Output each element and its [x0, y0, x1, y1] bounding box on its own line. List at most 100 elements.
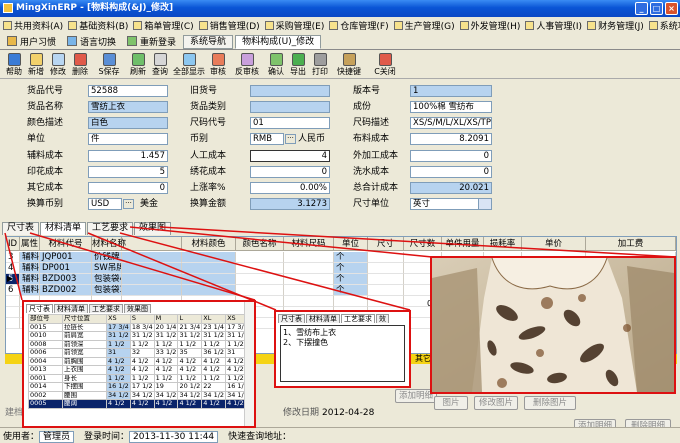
size-table-row[interactable]: 0013 上衣围 4 1/2 4 1/2 4 1/2 4 1/2 4 1/2 4 1/2: [28, 365, 250, 375]
size-cell[interactable]: 19: [153, 382, 179, 392]
size-cell[interactable]: 4 1/2: [153, 365, 179, 375]
size-callout-tab-0[interactable]: 尺寸表: [26, 304, 53, 313]
size-cell[interactable]: 4 1/2: [106, 399, 131, 409]
size-cell[interactable]: 4 1/2: [201, 356, 227, 366]
size-callout-tab-2[interactable]: 工艺要求: [89, 304, 123, 313]
size-callout-tab-3[interactable]: 效果图: [124, 304, 151, 313]
size-cell[interactable]: 1 1/2: [177, 339, 203, 349]
size-cell[interactable]: 16 1/2: [106, 382, 131, 392]
size-cell[interactable]: 0005: [28, 399, 63, 409]
size-cell[interactable]: 4 1/2: [177, 356, 203, 366]
size-cell[interactable]: 腰阔: [62, 399, 107, 409]
size-table-row[interactable]: 0005 腰阔 4 1/2 4 1/2 4 1/2 4 1/2 4 1/2 4 1/2: [28, 399, 250, 409]
size-cell[interactable]: 1 1/2: [129, 339, 155, 349]
size-cell[interactable]: 前胸围: [62, 356, 107, 366]
size-cell[interactable]: 32: [129, 348, 155, 358]
size-cell[interactable]: 4 1/2: [177, 365, 203, 375]
size-cell[interactable]: 前领深: [62, 339, 107, 349]
size-cell[interactable]: 身长: [62, 373, 107, 383]
craft-callout-tab-0[interactable]: 尺寸表: [278, 314, 305, 323]
size-cell[interactable]: 31 1/2: [106, 331, 131, 341]
size-cell[interactable]: 0014: [28, 382, 63, 392]
size-cell[interactable]: 20 1/2: [177, 382, 203, 392]
size-cell[interactable]: 4 1/2: [153, 399, 179, 409]
size-cell[interactable]: 0001: [28, 373, 63, 383]
size-cell[interactable]: 4 1/2: [129, 365, 155, 375]
size-cell[interactable]: 33 1/2: [153, 348, 179, 358]
craft-requirement-text[interactable]: 1、雪纺布上衣 2、下摆撞色: [280, 325, 405, 382]
size-cell[interactable]: 1 1/2: [129, 373, 155, 383]
size-cell[interactable]: 1 1/2: [201, 339, 227, 349]
size-table-row[interactable]: 0006 前领宽 31 32 33 1/2 35 36 1/2 31: [28, 348, 250, 358]
size-cell[interactable]: 1 1/2: [153, 373, 179, 383]
size-cell[interactable]: 前肩宽: [62, 331, 107, 341]
size-cell[interactable]: 腰围: [62, 390, 107, 400]
size-cell[interactable]: 34 1/2: [201, 390, 227, 400]
size-cell[interactable]: 拉链长: [62, 322, 107, 332]
size-cell[interactable]: 0002: [28, 390, 63, 400]
size-cell[interactable]: 4 1/2: [106, 356, 131, 366]
size-cell[interactable]: 4 1/2: [201, 399, 227, 409]
size-table-row[interactable]: 0004 前胸围 4 1/2 4 1/2 4 1/2 4 1/2 4 1/2 4 1/2: [28, 356, 250, 366]
size-table-row[interactable]: 0002 腰围 34 1/2 34 1/2 34 1/2 34 1/2 34 1/2 34 1…: [28, 390, 250, 400]
size-cell[interactable]: 0013: [28, 365, 63, 375]
size-cell[interactable]: 31: [106, 348, 131, 358]
size-cell[interactable]: 4 1/2: [106, 365, 131, 375]
size-table-row[interactable]: 0001 身长 1 1/2 1 1/2 1 1/2 1 1/2 1 1/2 1 1/2: [28, 373, 250, 383]
size-cell[interactable]: 17 3/4: [106, 322, 131, 332]
size-cell[interactable]: 4 1/2: [177, 399, 203, 409]
size-callout-tab-1[interactable]: 材料清单: [54, 304, 88, 313]
size-table-row[interactable]: 0010 前肩宽 31 1/2 31 1/2 31 1/2 31 1/2 31 1/2 31 …: [28, 331, 250, 341]
size-cell[interactable]: 18 3/4: [129, 322, 155, 332]
size-cell[interactable]: 0006: [28, 348, 63, 358]
size-table-row[interactable]: 0015 拉链长 17 3/4 18 3/4 20 1/4 21 3/4 23 1/4 17 …: [28, 322, 250, 332]
size-cell[interactable]: 34 1/2: [153, 390, 179, 400]
craft-callout-tabs: 尺寸表 材料清单 工艺要求效: [278, 314, 390, 323]
size-table-scrollbar[interactable]: [244, 302, 254, 426]
size-cell[interactable]: 31 1/2: [177, 331, 203, 341]
size-cell[interactable]: 1 1/2: [177, 373, 203, 383]
connector-image-right: [159, 226, 677, 258]
size-cell[interactable]: 前领宽: [62, 348, 107, 358]
size-cell[interactable]: 34 1/2: [106, 390, 131, 400]
size-cell[interactable]: 34 1/2: [177, 390, 203, 400]
size-cell[interactable]: 0015: [28, 322, 63, 332]
craft-line-2: 2、下摆撞色: [283, 338, 329, 347]
size-cell[interactable]: 22: [201, 382, 227, 392]
size-cell[interactable]: 0004: [28, 356, 63, 366]
size-cell[interactable]: 4 1/2: [129, 356, 155, 366]
size-cell[interactable]: 下摆围: [62, 382, 107, 392]
size-cell[interactable]: 1 1/2: [106, 339, 131, 349]
craft-callout-tab-1[interactable]: 材料清单: [306, 314, 340, 323]
size-cell[interactable]: 4 1/2: [129, 399, 155, 409]
size-cell[interactable]: 20 1/4: [153, 322, 179, 332]
size-cell[interactable]: 1 1/2: [153, 339, 179, 349]
craft-callout-tab-2[interactable]: 工艺要求: [341, 314, 375, 323]
size-cell[interactable]: 1 1/2: [201, 373, 227, 383]
size-header-cell: M: [153, 314, 179, 324]
size-cell[interactable]: 上衣围: [62, 365, 107, 375]
size-cell[interactable]: 0008: [28, 339, 63, 349]
size-cell[interactable]: 31 1/2: [129, 331, 155, 341]
size-cell[interactable]: 31 1/2: [201, 331, 227, 341]
size-cell[interactable]: 17 1/2: [129, 382, 155, 392]
app-window: MingXinERP - [物料构成(&J)_修改] _ □ × 共用资料(A)…: [0, 0, 680, 443]
size-cell[interactable]: 4 1/2: [201, 365, 227, 375]
craft-callout-tab-3[interactable]: 效: [376, 314, 389, 323]
size-cell[interactable]: 1 1/2: [106, 373, 131, 383]
size-cell[interactable]: 0010: [28, 331, 63, 341]
size-header-cell: XS: [106, 314, 131, 324]
size-table-row[interactable]: 0014 下摆围 16 1/2 17 1/2 19 20 1/2 22 16 1/2: [28, 382, 250, 392]
size-cell[interactable]: 35: [177, 348, 203, 358]
size-table-callout: 尺寸表 材料清单 工艺要求 效果图 部位号 尺寸位置 XS S M L XL XS 0015 拉链长 17…: [22, 300, 256, 428]
size-cell[interactable]: 23 1/4: [201, 322, 227, 332]
size-cell[interactable]: 21 3/4: [177, 322, 203, 332]
size-header-cell: L: [177, 314, 203, 324]
size-cell[interactable]: 36 1/2: [201, 348, 227, 358]
size-cell[interactable]: 31 1/2: [153, 331, 179, 341]
connector-craft-right: [119, 232, 411, 311]
size-callout-tabs: 尺寸表 材料清单 工艺要求 效果图: [26, 304, 152, 313]
size-table-row[interactable]: 0008 前领深 1 1/2 1 1/2 1 1/2 1 1/2 1 1/2 1 1/2: [28, 339, 250, 349]
size-cell[interactable]: 34 1/2: [129, 390, 155, 400]
size-cell[interactable]: 4 1/2: [153, 356, 179, 366]
